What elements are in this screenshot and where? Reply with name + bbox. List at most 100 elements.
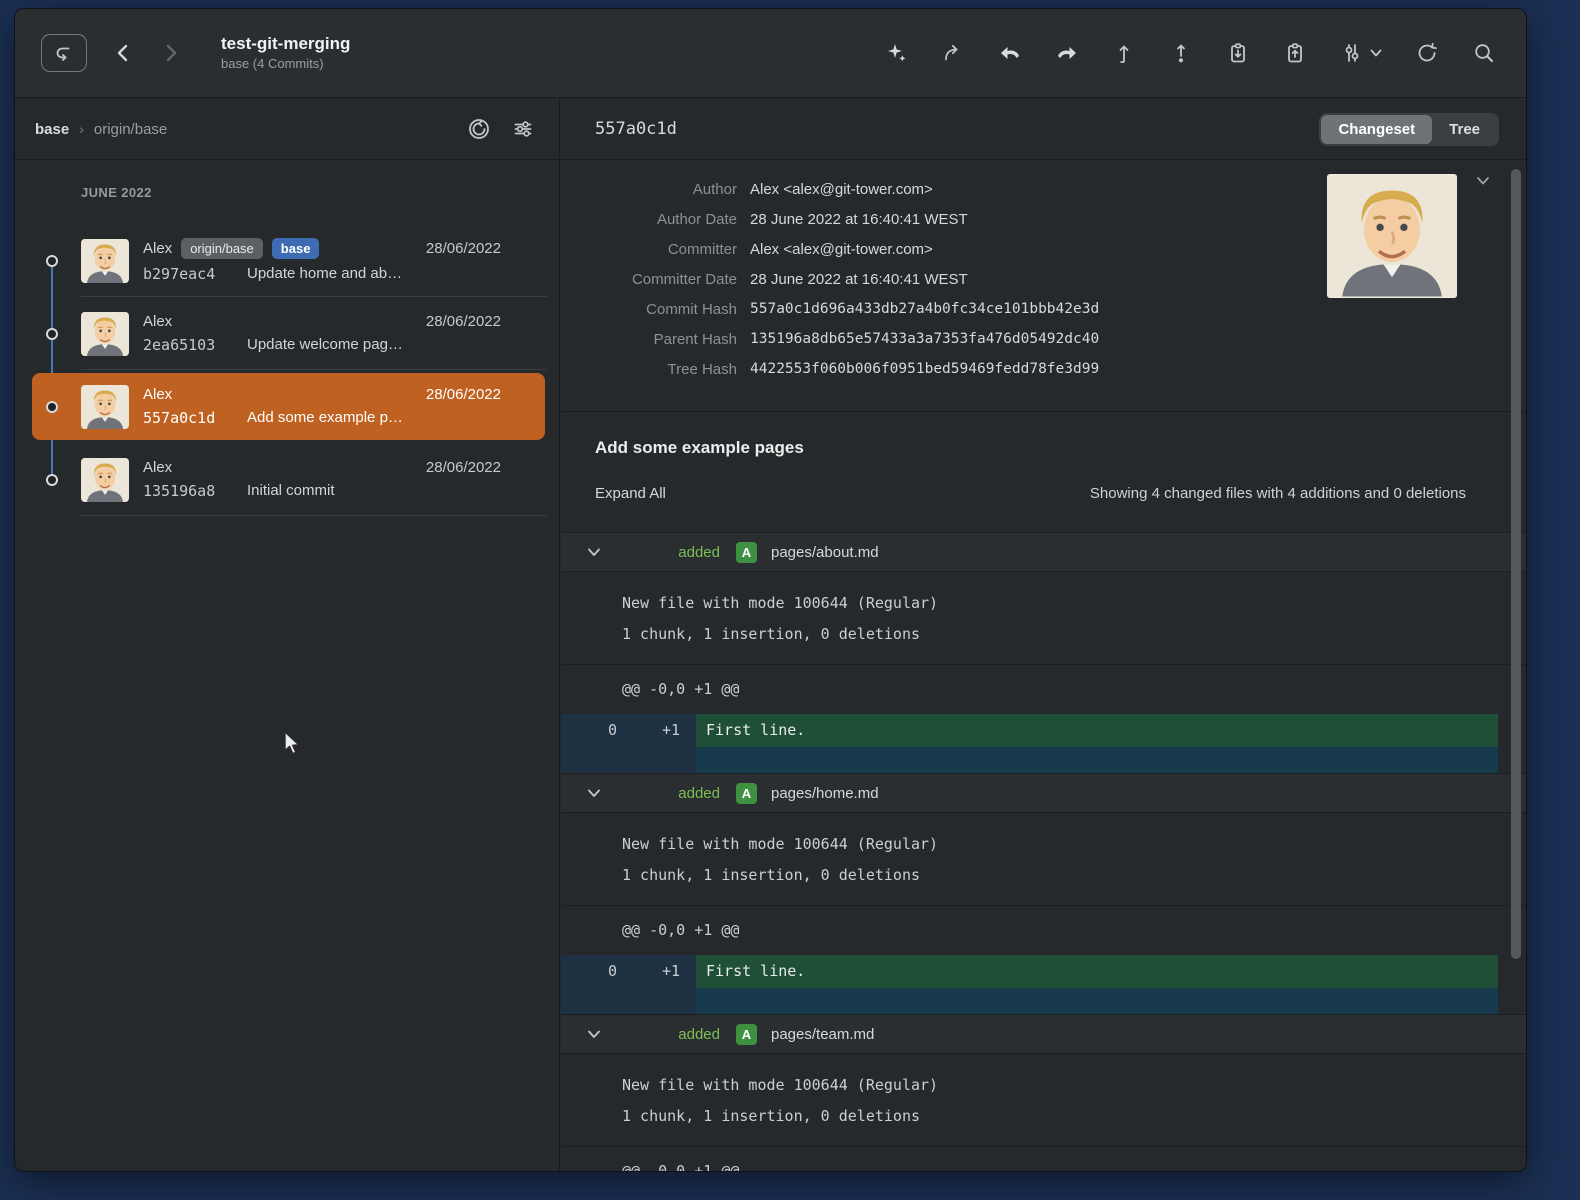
push-button[interactable] — [1055, 41, 1079, 65]
meta-value: 28 June 2022 at 16:40:41 WEST — [750, 271, 968, 288]
arrow-up-dot-icon — [1169, 41, 1193, 65]
graph-node-icon — [46, 401, 58, 413]
pull-button[interactable] — [998, 41, 1022, 65]
fetch-button[interactable] — [1112, 41, 1136, 65]
commit-subject: Update welcome pag… — [247, 336, 403, 354]
commit-history-sidebar: base › origin/base — [15, 99, 560, 1171]
filled-arrow-right-icon — [1055, 41, 1079, 65]
meta-value: Alex <alex@git-tower.com> — [750, 181, 933, 198]
remote-branch-badge[interactable]: origin/base — [181, 238, 263, 259]
commit-short-hash: b297eac4 — [143, 265, 247, 283]
titlebar: test-git-merging base (4 Commits) — [15, 9, 1526, 98]
breadcrumb-root[interactable]: base — [35, 121, 69, 138]
window-title: test-git-merging — [221, 33, 350, 55]
filter-button[interactable] — [511, 117, 535, 141]
app-window: test-git-merging base (4 Commits) — [14, 8, 1527, 1172]
refresh-button[interactable] — [1415, 41, 1439, 65]
commit-date: 28/06/2022 — [426, 313, 501, 330]
view-options-button[interactable] — [1340, 41, 1382, 65]
hunk-header: @@ -0,0 +1 @@ — [561, 665, 1526, 714]
diff-added-line[interactable]: 0 +1 First line. — [561, 955, 1498, 988]
working-copy-icon[interactable] — [41, 34, 87, 72]
commit-details-panel: 557a0c1d Changeset Tree Author Alex <alex… — [561, 99, 1526, 1171]
file-status: added — [610, 544, 720, 561]
file-chunk-info: 1 chunk, 1 insertion, 0 deletions — [622, 619, 1526, 650]
tab-tree[interactable]: Tree — [1432, 115, 1497, 144]
meta-label: Committer — [561, 241, 737, 258]
details-header: 557a0c1d Changeset Tree — [561, 99, 1526, 160]
avatar — [81, 239, 129, 283]
expand-all-button[interactable]: Expand All — [595, 485, 666, 502]
graph-node-icon — [46, 255, 58, 267]
chevron-down-icon — [1476, 176, 1490, 186]
chevron-down-icon[interactable] — [586, 1026, 602, 1042]
stash-button[interactable] — [1226, 41, 1250, 65]
meta-value-hash: 4422553f060b006f0951bed59469fedd78fe3d99 — [750, 361, 1099, 377]
commit-row[interactable]: Alex origin/base base 28/06/2022 b297eac… — [15, 224, 559, 297]
scrollbar-thumb[interactable] — [1511, 169, 1521, 959]
commit-short-hash: 2ea65103 — [143, 336, 247, 354]
changes-summary: Showing 4 changed files with 4 additions… — [1090, 485, 1466, 502]
graph-node-icon — [46, 474, 58, 486]
arrow-up-hook-icon — [1112, 41, 1136, 65]
chevron-down-icon[interactable] — [586, 785, 602, 801]
selected-commit-hash: 557a0c1d — [595, 119, 677, 139]
avatar — [81, 385, 129, 429]
meta-label: Commit Hash — [561, 301, 737, 318]
file-header[interactable]: added A pages/team.md — [561, 1014, 1526, 1054]
file-header[interactable]: added A pages/home.md — [561, 773, 1526, 813]
commit-row-selected[interactable]: Alex 28/06/2022 557a0c1d Add some exampl… — [15, 370, 559, 443]
diff-table: 0 +1 First line. — [561, 714, 1498, 773]
commit-row[interactable]: Alex 28/06/2022 2ea65103 Update welcome … — [15, 297, 559, 370]
hunk-header: @@ -0,0 +1 @@ — [561, 906, 1526, 955]
diff-added-line[interactable]: 0 +1 First line. — [561, 714, 1498, 747]
sliders-icon — [1340, 41, 1364, 65]
commit-author: Alex — [143, 386, 172, 403]
month-section-label: JUNE 2022 — [15, 160, 559, 224]
forward-button[interactable] — [159, 41, 183, 65]
avatar-dropdown-button[interactable] — [1476, 176, 1490, 186]
file-mode-info: New file with mode 100644 (Regular) — [622, 1070, 1526, 1101]
commit-message-section: Add some example pages Expand All Showin… — [561, 412, 1526, 532]
quick-actions-button[interactable] — [884, 41, 908, 65]
commit-button[interactable] — [1169, 41, 1193, 65]
loop-arrow-icon — [52, 41, 76, 65]
commit-date: 28/06/2022 — [426, 240, 501, 257]
breadcrumb-separator-icon: › — [79, 121, 84, 137]
file-diff-section: added A pages/about.md New file with mod… — [561, 532, 1526, 773]
file-chunk-info: 1 chunk, 1 insertion, 0 deletions — [622, 1101, 1526, 1132]
commit-subject: Update home and ab… — [247, 265, 402, 283]
hunk-header: @@ -0,0 +1 @@ — [561, 1147, 1526, 1172]
share-button[interactable] — [941, 41, 965, 65]
refresh-icon — [1415, 41, 1439, 65]
clipboard-up-icon — [1283, 41, 1307, 65]
old-line-number: 0 — [561, 955, 627, 988]
file-header[interactable]: added A pages/about.md — [561, 532, 1526, 572]
clipboard-down-icon — [1226, 41, 1250, 65]
file-diff-section: added A pages/team.md New file with mode… — [561, 1014, 1526, 1172]
tab-changeset[interactable]: Changeset — [1321, 115, 1432, 144]
file-status: added — [610, 785, 720, 802]
search-button[interactable] — [1472, 41, 1496, 65]
commit-subject: Initial commit — [247, 482, 335, 500]
meta-label: Author — [561, 181, 737, 198]
chevron-down-icon — [1370, 49, 1382, 58]
window-subtitle: base (4 Commits) — [221, 55, 350, 73]
avatar — [81, 312, 129, 356]
commit-subject: Add some example p… — [247, 409, 403, 427]
apply-stash-button[interactable] — [1283, 41, 1307, 65]
history-button[interactable] — [467, 117, 491, 141]
commit-date: 28/06/2022 — [426, 459, 501, 476]
new-line-number: +1 — [627, 714, 696, 747]
meta-value: Alex <alex@git-tower.com> — [750, 241, 933, 258]
diff-line-text: First line. — [696, 955, 1498, 988]
view-toggle: Changeset Tree — [1319, 113, 1499, 146]
local-branch-badge[interactable]: base — [272, 238, 320, 259]
commit-row[interactable]: Alex 28/06/2022 135196a8 Initial commit — [15, 443, 559, 516]
chevron-down-icon[interactable] — [586, 544, 602, 560]
file-status: added — [610, 1026, 720, 1043]
back-button[interactable] — [111, 41, 135, 65]
breadcrumb-current[interactable]: origin/base — [94, 121, 167, 138]
history-icon — [467, 117, 491, 141]
commit-short-hash: 135196a8 — [143, 482, 247, 500]
